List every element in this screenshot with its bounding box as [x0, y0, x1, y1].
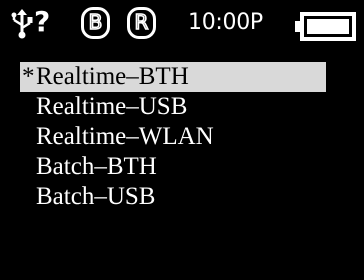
badge-letter: B [88, 9, 103, 35]
menu-item-label: Batch–BTH [36, 153, 157, 180]
device-screen: ? B R 10:00P *Realtime–BTH Realtime–USB … [0, 0, 364, 280]
battery-level-fill [307, 19, 349, 34]
menu-item-label: Batch–USB [36, 183, 156, 210]
menu-item-batch-usb[interactable]: Batch–USB [20, 182, 326, 212]
battery-icon [295, 12, 356, 41]
menu-item-batch-bth[interactable]: Batch–BTH [20, 152, 326, 182]
clock-time: 10:00P [188, 10, 263, 35]
menu-item-label: Realtime–BTH [36, 63, 189, 90]
connection-status-text: ? [34, 5, 51, 38]
menu-item-realtime-wlan[interactable]: Realtime–WLAN [20, 122, 326, 152]
status-bar: ? B R 10:00P [0, 0, 364, 46]
bluetooth-badge-icon: B [81, 7, 110, 39]
menu-item-label: Realtime–USB [36, 93, 188, 120]
usb-icon [11, 9, 33, 39]
realtime-badge-icon: R [127, 7, 156, 39]
mode-menu: *Realtime–BTH Realtime–USB Realtime–WLAN… [20, 62, 326, 212]
menu-item-realtime-usb[interactable]: Realtime–USB [20, 92, 326, 122]
selection-marker: * [22, 63, 35, 90]
menu-item-label: Realtime–WLAN [36, 123, 214, 150]
badge-letter: R [134, 9, 150, 35]
menu-item-realtime-bth[interactable]: *Realtime–BTH [20, 62, 326, 92]
